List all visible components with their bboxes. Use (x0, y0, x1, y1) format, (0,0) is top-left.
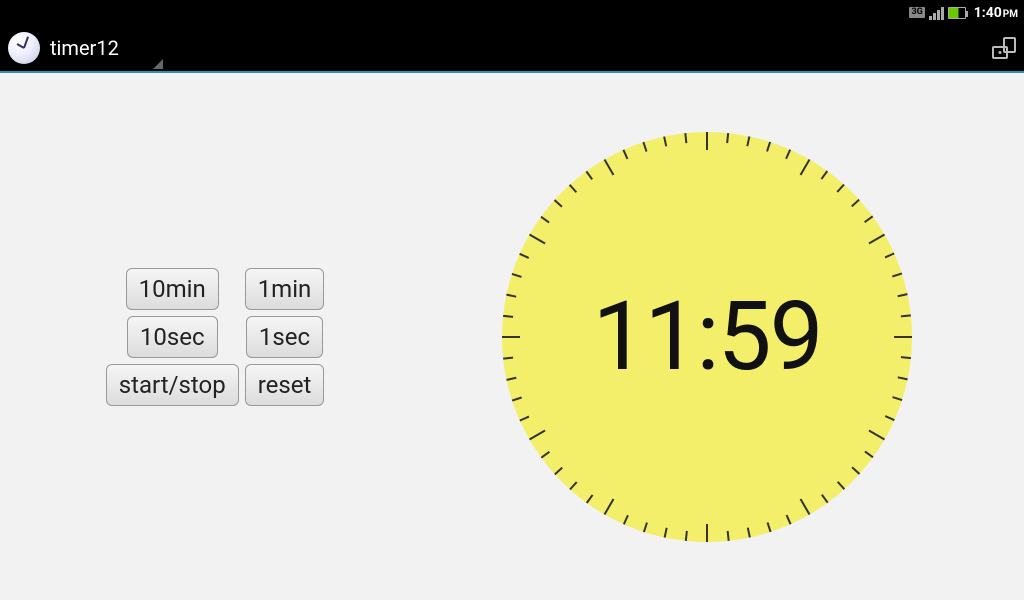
tick-minor (892, 396, 902, 401)
tick-major (706, 132, 708, 150)
tick-major (529, 233, 546, 244)
dropdown-arrow-icon (153, 59, 163, 69)
tick-major (529, 429, 546, 440)
tick-major (604, 158, 615, 175)
status-time-ampm: PM (1003, 9, 1018, 20)
battery-icon (948, 7, 966, 19)
network-3g-icon: 3G (909, 7, 924, 18)
tick-minor (519, 252, 529, 257)
tick-minor (503, 314, 513, 317)
start-stop-button[interactable]: start/stop (106, 364, 239, 406)
signal-icon (929, 6, 944, 20)
tick-minor (885, 252, 895, 257)
tick-minor (864, 451, 873, 458)
clock-icon (8, 32, 40, 64)
status-bar: 3G 1:40PM (0, 0, 1024, 25)
tick-minor (664, 136, 668, 146)
tick-minor (767, 141, 772, 151)
tick-minor (851, 466, 859, 474)
add-10min-button[interactable]: 10min (126, 268, 219, 310)
add-1sec-button[interactable]: 1sec (246, 316, 323, 358)
tick-minor (569, 184, 577, 192)
clock-face: 11:59 (502, 132, 912, 542)
tick-minor (901, 356, 911, 359)
tick-major (800, 498, 811, 515)
tick-minor (851, 199, 859, 207)
tick-minor (554, 199, 562, 207)
status-time-value: 1:40 (974, 5, 1002, 21)
controls-panel: 10min 1min 10sec 1sec start/stop reset (0, 268, 430, 406)
tick-minor (864, 215, 873, 222)
tick-major (800, 158, 811, 175)
tick-major (868, 233, 885, 244)
app-title: timer12 (50, 36, 119, 60)
tick-minor (892, 272, 902, 277)
tick-minor (685, 530, 688, 540)
timer-value: 11:59 (593, 281, 822, 393)
add-1min-button[interactable]: 1min (245, 268, 325, 310)
tick-minor (727, 530, 730, 540)
tick-minor (512, 272, 522, 277)
clock-panel: 11:59 (430, 132, 1024, 542)
tick-minor (898, 293, 908, 297)
tick-minor (767, 522, 772, 532)
add-10sec-button[interactable]: 10sec (127, 316, 218, 358)
tick-minor (503, 356, 513, 359)
title-bar: timer12 (0, 25, 1024, 73)
tick-major (868, 429, 885, 440)
tick-minor (727, 133, 730, 143)
tick-minor (586, 170, 593, 179)
main-content: 10min 1min 10sec 1sec start/stop reset 1… (0, 73, 1024, 600)
tick-minor (519, 415, 529, 420)
tick-minor (885, 415, 895, 420)
button-grid: 10min 1min 10sec 1sec start/stop reset (106, 268, 325, 406)
tick-minor (837, 184, 845, 192)
tick-minor (506, 293, 516, 297)
tick-minor (554, 466, 562, 474)
app-switcher[interactable]: timer12 (8, 25, 163, 71)
tick-minor (747, 527, 751, 537)
tick-minor (821, 170, 828, 179)
tick-minor (898, 376, 908, 380)
tick-minor (569, 481, 577, 489)
tick-minor (685, 133, 688, 143)
tick-major (706, 524, 708, 542)
tick-minor (512, 396, 522, 401)
tick-minor (901, 314, 911, 317)
status-time: 1:40PM (974, 5, 1018, 21)
tick-minor (837, 481, 845, 489)
tick-minor (643, 522, 648, 532)
tick-minor (541, 451, 550, 458)
tick-minor (586, 494, 593, 503)
tick-minor (623, 149, 628, 159)
reset-button[interactable]: reset (245, 364, 325, 406)
tick-minor (786, 149, 791, 159)
tick-minor (821, 494, 828, 503)
lock-rotation-icon[interactable] (990, 36, 1016, 60)
tick-minor (506, 376, 516, 380)
tick-major (502, 336, 520, 338)
tick-major (604, 498, 615, 515)
tick-minor (786, 514, 791, 524)
tick-minor (747, 136, 751, 146)
tick-minor (623, 514, 628, 524)
tick-minor (664, 527, 668, 537)
tick-minor (541, 215, 550, 222)
tick-major (894, 336, 912, 338)
tick-minor (643, 141, 648, 151)
